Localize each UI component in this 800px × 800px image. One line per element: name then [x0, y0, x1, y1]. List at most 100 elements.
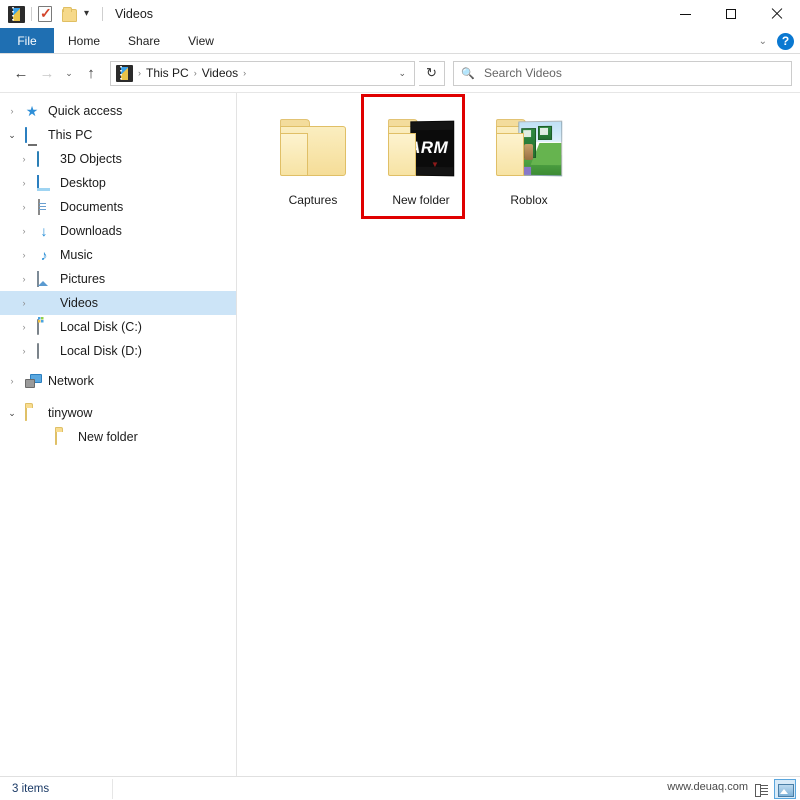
- details-view-button[interactable]: [750, 779, 772, 799]
- window-controls: [662, 0, 800, 28]
- sidebar-item-local-disk-d[interactable]: › Local Disk (D:): [0, 339, 236, 363]
- chevron-right-icon[interactable]: ›: [14, 202, 34, 212]
- chevron-right-icon[interactable]: ›: [14, 298, 34, 308]
- up-button[interactable]: ↑: [78, 60, 104, 86]
- sidebar-item-label: Desktop: [60, 176, 106, 190]
- sidebar-item-this-pc[interactable]: ⌄ This PC: [0, 123, 236, 147]
- recent-locations-chevron-down-icon[interactable]: ⌄: [60, 60, 78, 86]
- sidebar-item-label: Music: [60, 248, 93, 262]
- ribbon-right-controls: ⌄ ?: [759, 28, 794, 54]
- chevron-right-icon[interactable]: ›: [14, 250, 34, 260]
- new-folder-icon[interactable]: [62, 6, 77, 22]
- chevron-right-icon[interactable]: ›: [2, 106, 22, 116]
- properties-icon[interactable]: [38, 5, 52, 22]
- chevron-down-icon[interactable]: ⌄: [2, 408, 22, 419]
- maximize-button[interactable]: [708, 0, 754, 28]
- drive-icon: [34, 342, 54, 359]
- roblox-thumbnail-image: [518, 120, 563, 177]
- sidebar-item-3d-objects[interactable]: › 3D Objects: [0, 147, 236, 171]
- view-mode-buttons: [750, 779, 796, 799]
- chevron-right-icon[interactable]: ›: [14, 322, 34, 332]
- minimize-button[interactable]: [662, 0, 708, 28]
- close-button[interactable]: [754, 0, 800, 28]
- back-button[interactable]: ←: [8, 60, 34, 86]
- explorer-body: › ★ Quick access ⌄ This PC › 3D Objects …: [0, 92, 800, 776]
- sidebar-item-label: Videos: [60, 296, 98, 310]
- armu-thumbnail-text: ARM U: [410, 137, 454, 158]
- sidebar-item-videos[interactable]: › Videos: [0, 291, 236, 315]
- plain-folder-icon: [280, 119, 346, 177]
- file-item-new-folder[interactable]: ARM U ▼ New folder: [367, 109, 475, 207]
- chevron-right-icon[interactable]: ›: [2, 376, 22, 386]
- file-item-label: New folder: [392, 193, 450, 207]
- title-bar: ▾ Videos: [0, 0, 800, 28]
- status-divider: [112, 779, 113, 799]
- documents-icon: [34, 198, 54, 215]
- address-bar[interactable]: › This PC › Videos › ⌄: [110, 60, 415, 86]
- sidebar-item-music[interactable]: › ♪ Music: [0, 243, 236, 267]
- window-title: Videos: [115, 7, 154, 21]
- file-item-label: Roblox: [510, 193, 548, 207]
- file-list-pane[interactable]: Captures ARM U ▼: [237, 93, 800, 776]
- address-history-chevron-down-icon[interactable]: ⌄: [390, 68, 414, 79]
- file-item-roblox[interactable]: Roblox: [475, 109, 583, 207]
- large-icons-view-icon: [778, 783, 794, 797]
- system-drive-icon: [34, 318, 54, 335]
- file-explorer-window: ▾ Videos File Home Share View ⌄ ? ← → ⌄ …: [0, 0, 800, 800]
- videos-icon: [34, 296, 54, 311]
- sidebar-item-local-disk-c[interactable]: › Local Disk (C:): [0, 315, 236, 339]
- item-count-label: 3 items: [12, 782, 50, 795]
- chevron-down-icon[interactable]: ⌄: [2, 130, 22, 141]
- tab-file[interactable]: File: [0, 28, 54, 53]
- file-item-captures[interactable]: Captures: [259, 109, 367, 207]
- maximize-icon: [726, 9, 736, 19]
- sidebar-item-documents[interactable]: › Documents: [0, 195, 236, 219]
- desktop-icon: [34, 174, 54, 191]
- breadcrumb-videos[interactable]: Videos: [198, 66, 242, 80]
- sidebar-item-downloads[interactable]: › ↓ Downloads: [0, 219, 236, 243]
- search-box[interactable]: 🔍 Search Videos: [453, 60, 792, 86]
- refresh-button[interactable]: ↻: [419, 60, 445, 86]
- sidebar-item-pictures[interactable]: › Pictures: [0, 267, 236, 291]
- tab-share[interactable]: Share: [114, 28, 174, 53]
- search-icon: 🔍: [461, 67, 475, 80]
- 3d-objects-icon: [34, 150, 54, 167]
- breadcrumb-this-pc[interactable]: This PC: [142, 66, 193, 80]
- sidebar-item-new-folder[interactable]: New folder: [0, 425, 236, 449]
- chevron-right-icon[interactable]: ›: [14, 346, 34, 356]
- sidebar-item-label: Network: [48, 374, 94, 388]
- sidebar-item-quick-access[interactable]: › ★ Quick access: [0, 99, 236, 123]
- folder-thumbnail: ARM U ▼: [382, 113, 460, 183]
- details-view-icon: [754, 783, 768, 797]
- breadcrumb-separator-2[interactable]: ›: [242, 68, 247, 78]
- chevron-right-icon[interactable]: ›: [14, 274, 34, 284]
- ribbon-tab-bar: File Home Share View ⌄ ?: [0, 28, 800, 54]
- help-icon[interactable]: ?: [777, 32, 794, 50]
- status-bar: 3 items www.deuaq.com: [0, 776, 800, 800]
- sidebar-item-desktop[interactable]: › Desktop: [0, 171, 236, 195]
- icon-grid: Captures ARM U ▼: [237, 93, 800, 207]
- network-icon: [22, 374, 42, 389]
- quick-access-toolbar: ▾ Videos: [0, 0, 153, 28]
- sidebar-item-network[interactable]: › Network: [0, 369, 236, 393]
- tab-view[interactable]: View: [174, 28, 228, 53]
- file-item-label: Captures: [288, 193, 338, 207]
- sidebar-item-label: Local Disk (C:): [60, 320, 142, 334]
- customize-toolbar-chevron-down-icon[interactable]: ▾: [77, 0, 96, 28]
- chevron-right-icon[interactable]: ›: [14, 226, 34, 236]
- armu-thumbnail-image: ARM U ▼: [410, 120, 455, 177]
- large-icons-view-button[interactable]: [774, 779, 796, 799]
- chevron-right-icon[interactable]: ›: [14, 178, 34, 188]
- search-input[interactable]: Search Videos: [484, 66, 562, 80]
- collapse-ribbon-chevron-down-icon[interactable]: ⌄: [759, 36, 767, 47]
- sidebar-item-label: tinywow: [48, 406, 93, 420]
- close-icon: [771, 8, 783, 20]
- chevron-right-icon[interactable]: ›: [14, 154, 34, 164]
- toolbar-divider: [31, 7, 32, 21]
- tab-home[interactable]: Home: [54, 28, 114, 53]
- sidebar-item-tinywow[interactable]: ⌄ tinywow: [0, 401, 236, 425]
- sidebar-item-label: Pictures: [60, 272, 106, 286]
- video-folder-icon: ARM U ▼: [388, 119, 455, 177]
- sidebar-item-label: Local Disk (D:): [60, 344, 142, 358]
- sidebar-item-label: New folder: [78, 430, 138, 444]
